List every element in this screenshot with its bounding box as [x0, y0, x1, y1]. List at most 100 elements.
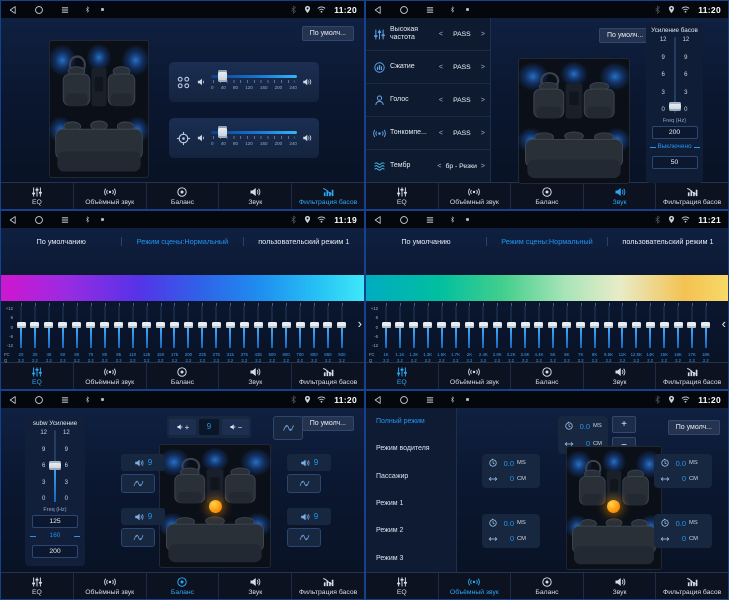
bass-boost-slider[interactable] — [674, 37, 676, 113]
eq-band[interactable] — [616, 306, 628, 348]
speaker-level-card[interactable]: 9 — [287, 508, 331, 525]
preset-button[interactable]: пользовательский режим 1 — [607, 237, 728, 246]
eq-slider-knob[interactable] — [632, 322, 641, 328]
home-circle-icon[interactable] — [399, 215, 409, 225]
eq-band[interactable] — [224, 306, 236, 348]
freq-option[interactable]: 200 — [652, 126, 698, 139]
nav-tab[interactable]: Фильтрация басов — [655, 363, 728, 389]
listening-position-marker[interactable] — [209, 500, 222, 513]
eq-slider-knob[interactable] — [604, 322, 613, 328]
preset-button[interactable]: Режим сцены:Нормальный — [486, 237, 607, 246]
eq-slider-knob[interactable] — [156, 322, 165, 328]
eq-band[interactable] — [322, 306, 334, 348]
eq-band[interactable] — [672, 306, 684, 348]
eq-slider-knob[interactable] — [212, 322, 221, 328]
default-button[interactable]: По умолч... — [668, 420, 720, 435]
volume-minus-button[interactable]: − — [222, 419, 249, 435]
eq-band[interactable] — [210, 306, 222, 348]
back-icon[interactable] — [373, 395, 383, 405]
eq-slider-knob[interactable] — [687, 322, 696, 328]
eq-band[interactable] — [394, 306, 406, 348]
eq-slider-knob[interactable] — [548, 322, 557, 328]
eq-band[interactable] — [29, 306, 41, 348]
freq-option[interactable]: 125 — [32, 515, 78, 528]
eq-band[interactable] — [505, 306, 517, 348]
next-page-arrow[interactable]: › — [358, 316, 362, 331]
speaker-curve-button[interactable] — [121, 528, 155, 547]
eq-band[interactable] — [252, 306, 264, 348]
eq-slider-knob[interactable] — [562, 322, 571, 328]
slider-handle[interactable] — [218, 126, 227, 138]
nav-tab[interactable]: Звук — [218, 183, 291, 209]
nav-tab[interactable]: Фильтрация басов — [655, 573, 728, 599]
eq-band[interactable] — [127, 306, 139, 348]
eq-band[interactable] — [280, 306, 292, 348]
preset-button[interactable]: По умолчанию — [366, 237, 486, 246]
eq-slider-knob[interactable] — [507, 322, 516, 328]
home-circle-icon[interactable] — [399, 5, 409, 15]
next-arrow[interactable]: > — [481, 163, 485, 170]
eq-band[interactable] — [630, 306, 642, 348]
eq-slider-knob[interactable] — [701, 322, 710, 328]
prev-arrow[interactable]: < — [439, 64, 443, 71]
freq-option[interactable]: Выключено — [652, 141, 698, 154]
mode-menu-item[interactable]: Режим водителя — [366, 435, 456, 462]
nav-tab[interactable]: Звук — [583, 363, 656, 389]
eq-band[interactable] — [477, 306, 489, 348]
nav-tab[interactable]: Баланс — [510, 573, 583, 599]
speaker-curve-button[interactable] — [121, 474, 155, 493]
eq-slider-knob[interactable] — [451, 322, 460, 328]
eq-band[interactable] — [141, 306, 153, 348]
menu-item-compression[interactable]: Сжатие<PASS> — [366, 51, 490, 84]
default-button[interactable]: По умолч... — [302, 416, 354, 431]
freq-option[interactable]: 200 — [32, 545, 78, 558]
nav-tab[interactable]: Фильтрация басов — [291, 573, 364, 599]
nav-tab[interactable]: Объёмный звук — [438, 573, 511, 599]
speaker-level-card[interactable]: 9 — [121, 508, 165, 525]
eq-slider-knob[interactable] — [674, 322, 683, 328]
eq-slider-knob[interactable] — [282, 322, 291, 328]
eq-slider-knob[interactable] — [296, 322, 305, 328]
default-button[interactable]: По умолч... — [302, 26, 354, 41]
home-circle-icon[interactable] — [399, 395, 409, 405]
eq-band[interactable] — [380, 306, 392, 348]
menu-item-voice[interactable]: Голос<PASS> — [366, 84, 490, 117]
speaker-level-card[interactable]: 9 — [121, 454, 165, 471]
nav-tab[interactable]: Баланс — [146, 183, 219, 209]
nav-tab[interactable]: Объёмный звук — [438, 183, 511, 209]
nav-tab[interactable]: Баланс — [146, 573, 219, 599]
eq-slider-knob[interactable] — [437, 322, 446, 328]
speaker-curve-button[interactable] — [287, 528, 321, 547]
menu-icon[interactable] — [425, 5, 435, 15]
rear-left-delay-card[interactable]: 0.0MS 0CM — [482, 514, 540, 548]
eq-slider-knob[interactable] — [268, 322, 277, 328]
nav-tab[interactable]: EQ — [366, 573, 438, 599]
eq-slider-knob[interactable] — [646, 322, 655, 328]
back-icon[interactable] — [8, 395, 18, 405]
eq-slider-knob[interactable] — [590, 322, 599, 328]
eq-slider-knob[interactable] — [100, 322, 109, 328]
nav-tab[interactable]: Баланс — [146, 363, 219, 389]
eq-slider-knob[interactable] — [184, 322, 193, 328]
mode-menu-item[interactable]: Пассажир — [366, 463, 456, 490]
eq-band[interactable] — [575, 306, 587, 348]
eq-band[interactable] — [408, 306, 420, 348]
eq-band[interactable] — [99, 306, 111, 348]
menu-icon[interactable] — [60, 395, 70, 405]
eq-band[interactable] — [561, 306, 573, 348]
eq-band[interactable] — [71, 306, 83, 348]
eq-band[interactable] — [196, 306, 208, 348]
next-arrow[interactable]: > — [481, 97, 485, 104]
rear-right-delay-card[interactable]: 0.0MS 0CM — [654, 514, 712, 548]
nav-tab[interactable]: EQ — [1, 573, 73, 599]
prev-arrow[interactable]: < — [439, 97, 443, 104]
eq-slider-knob[interactable] — [198, 322, 207, 328]
eq-slider-knob[interactable] — [521, 322, 530, 328]
freq-option[interactable]: 50 — [652, 156, 698, 169]
nav-tab[interactable]: Фильтрация басов — [291, 183, 364, 209]
slider-track[interactable]: 04080120160200240 — [211, 125, 297, 151]
eq-slider-knob[interactable] — [128, 322, 137, 328]
eq-band[interactable] — [238, 306, 250, 348]
nav-tab[interactable]: Объёмный звук — [73, 363, 146, 389]
home-circle-icon[interactable] — [34, 5, 44, 15]
